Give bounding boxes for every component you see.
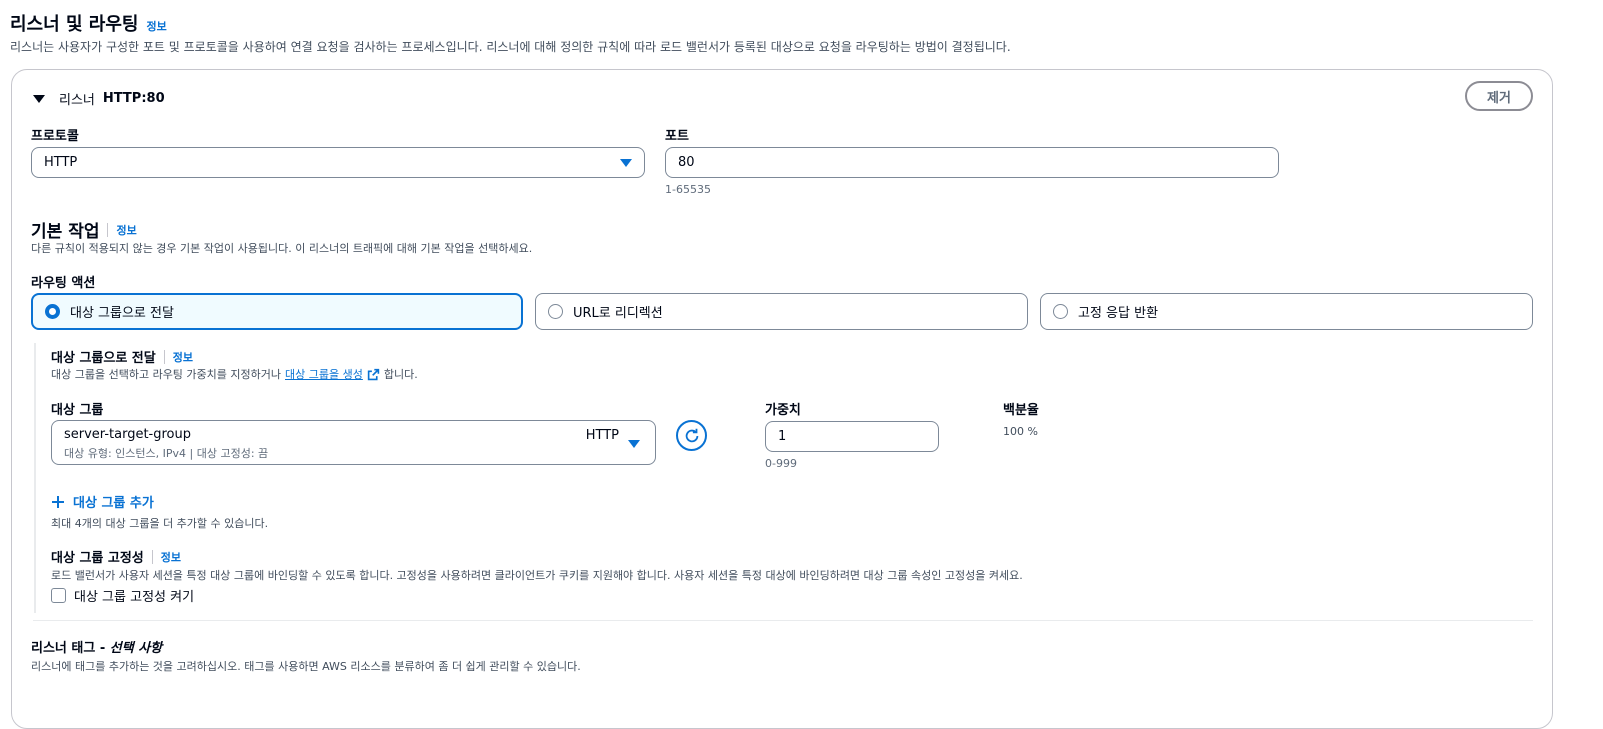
weight-label: 가중치 xyxy=(765,403,801,418)
refresh-button[interactable] xyxy=(676,420,707,451)
separator xyxy=(163,349,165,364)
forward-description-pre: 대상 그룹을 선택하고 라우팅 가중치를 지정하거나 xyxy=(51,368,282,381)
weight-hint: 0-999 xyxy=(765,457,797,470)
stickiness-header: 대상 그룹 고정성 정보 xyxy=(51,547,181,566)
protocol-value: HTTP xyxy=(44,155,78,170)
listener-label: 리스너 xyxy=(59,93,95,108)
target-group-name: server-target-group xyxy=(64,427,191,442)
caret-down-icon xyxy=(33,94,45,103)
default-action-description: 다른 규칙이 적용되지 않는 경우 기본 작업이 사용됩니다. 이 리스너의 트… xyxy=(31,242,533,255)
listener-value: HTTP:80 xyxy=(102,91,165,106)
radio-icon xyxy=(1053,304,1068,319)
listener-expander[interactable]: 리스너 HTTP:80 xyxy=(33,89,165,108)
plus-icon xyxy=(52,495,64,508)
default-action-header: 기본 작업 정보 xyxy=(31,217,137,242)
routing-option-label: URL로 리디렉션 xyxy=(573,306,663,321)
port-label: 포트 xyxy=(665,129,689,144)
stickiness-checkbox-row[interactable]: 대상 그룹 고정성 켜기 xyxy=(51,586,194,605)
sub-panel-border xyxy=(34,343,36,613)
forward-header: 대상 그룹으로 전달 정보 xyxy=(51,347,193,366)
weight-input[interactable]: 1 xyxy=(765,421,939,452)
routing-option-forward[interactable]: 대상 그룹으로 전달 xyxy=(31,293,523,330)
add-target-group-button[interactable]: 대상 그룹 추가 xyxy=(51,492,154,511)
port-hint: 1-65535 xyxy=(665,183,711,196)
port-input[interactable]: 80 xyxy=(665,147,1279,178)
stickiness-description: 로드 밸런서가 사용자 세션을 특정 대상 그룹에 바인딩할 수 있도록 합니다… xyxy=(51,569,1023,582)
target-group-meta: 대상 유형: 인스턴스, IPv4 | 대상 고정성: 끔 xyxy=(64,447,269,460)
percent-label: 백분율 xyxy=(1003,403,1039,418)
routing-action-label: 라우팅 액션 xyxy=(31,276,96,291)
forward-title: 대상 그룹으로 전달 xyxy=(51,351,156,366)
separator xyxy=(151,549,153,564)
tags-title: 리스너 태그 - xyxy=(31,641,110,656)
info-link[interactable]: 정보 xyxy=(116,222,136,238)
tags-optional: 선택 사항 xyxy=(109,641,163,656)
stickiness-checkbox-label: 대상 그룹 고정성 켜기 xyxy=(74,590,195,605)
create-target-group-link[interactable]: 대상 그룹을 생성 xyxy=(285,366,363,382)
refresh-icon xyxy=(685,428,698,442)
add-target-group-label: 대상 그룹 추가 xyxy=(73,496,154,511)
info-link[interactable]: 정보 xyxy=(161,549,181,565)
routing-option-redirect[interactable]: URL로 리디렉션 xyxy=(535,293,1028,330)
weight-value: 1 xyxy=(778,429,787,444)
tags-description: 리스너에 태그를 추가하는 것을 고려하십시오. 태그를 사용하면 AWS 리소… xyxy=(31,660,581,673)
radio-icon xyxy=(548,304,563,319)
section-header: 리스너 및 라우팅 정보 xyxy=(10,10,167,36)
select-caret-icon xyxy=(620,158,632,167)
percent-value: 100 % xyxy=(1003,425,1038,438)
remove-button[interactable]: 제거 xyxy=(1465,81,1533,111)
separator xyxy=(107,222,109,237)
protocol-select[interactable]: HTTP xyxy=(31,147,645,178)
add-target-group-hint: 최대 4개의 대상 그룹을 더 추가할 수 있습니다. xyxy=(51,517,269,530)
divider xyxy=(33,620,1533,621)
radio-icon xyxy=(45,304,60,319)
routing-option-fixed-response[interactable]: 고정 응답 반환 xyxy=(1040,293,1533,330)
protocol-label: 프로토콜 xyxy=(31,129,79,144)
checkbox-icon[interactable] xyxy=(51,588,66,603)
tags-header: 리스너 태그 - 선택 사항 xyxy=(31,637,162,656)
forward-description-post: 합니다. xyxy=(383,368,418,381)
page-title: 리스너 및 라우팅 xyxy=(10,14,139,35)
port-value: 80 xyxy=(678,155,695,170)
external-link-icon[interactable] xyxy=(367,368,380,381)
target-group-protocol: HTTP xyxy=(585,428,619,443)
target-group-label: 대상 그룹 xyxy=(51,403,104,418)
stickiness-title: 대상 그룹 고정성 xyxy=(51,551,144,566)
info-link[interactable]: 정보 xyxy=(173,349,193,365)
routing-option-label: 대상 그룹으로 전달 xyxy=(70,306,174,321)
info-link[interactable]: 정보 xyxy=(146,18,166,34)
default-action-title: 기본 작업 xyxy=(31,222,100,242)
select-caret-icon xyxy=(628,440,640,448)
routing-option-label: 고정 응답 반환 xyxy=(1078,306,1159,321)
target-group-select[interactable]: server-target-group 대상 유형: 인스턴스, IPv4 | … xyxy=(51,420,656,465)
forward-description: 대상 그룹을 선택하고 라우팅 가중치를 지정하거나 대상 그룹을 생성 합니다… xyxy=(51,366,418,382)
section-description: 리스너는 사용자가 구성한 포트 및 프로토콜을 사용하여 연결 요청을 검사하… xyxy=(10,40,1011,54)
